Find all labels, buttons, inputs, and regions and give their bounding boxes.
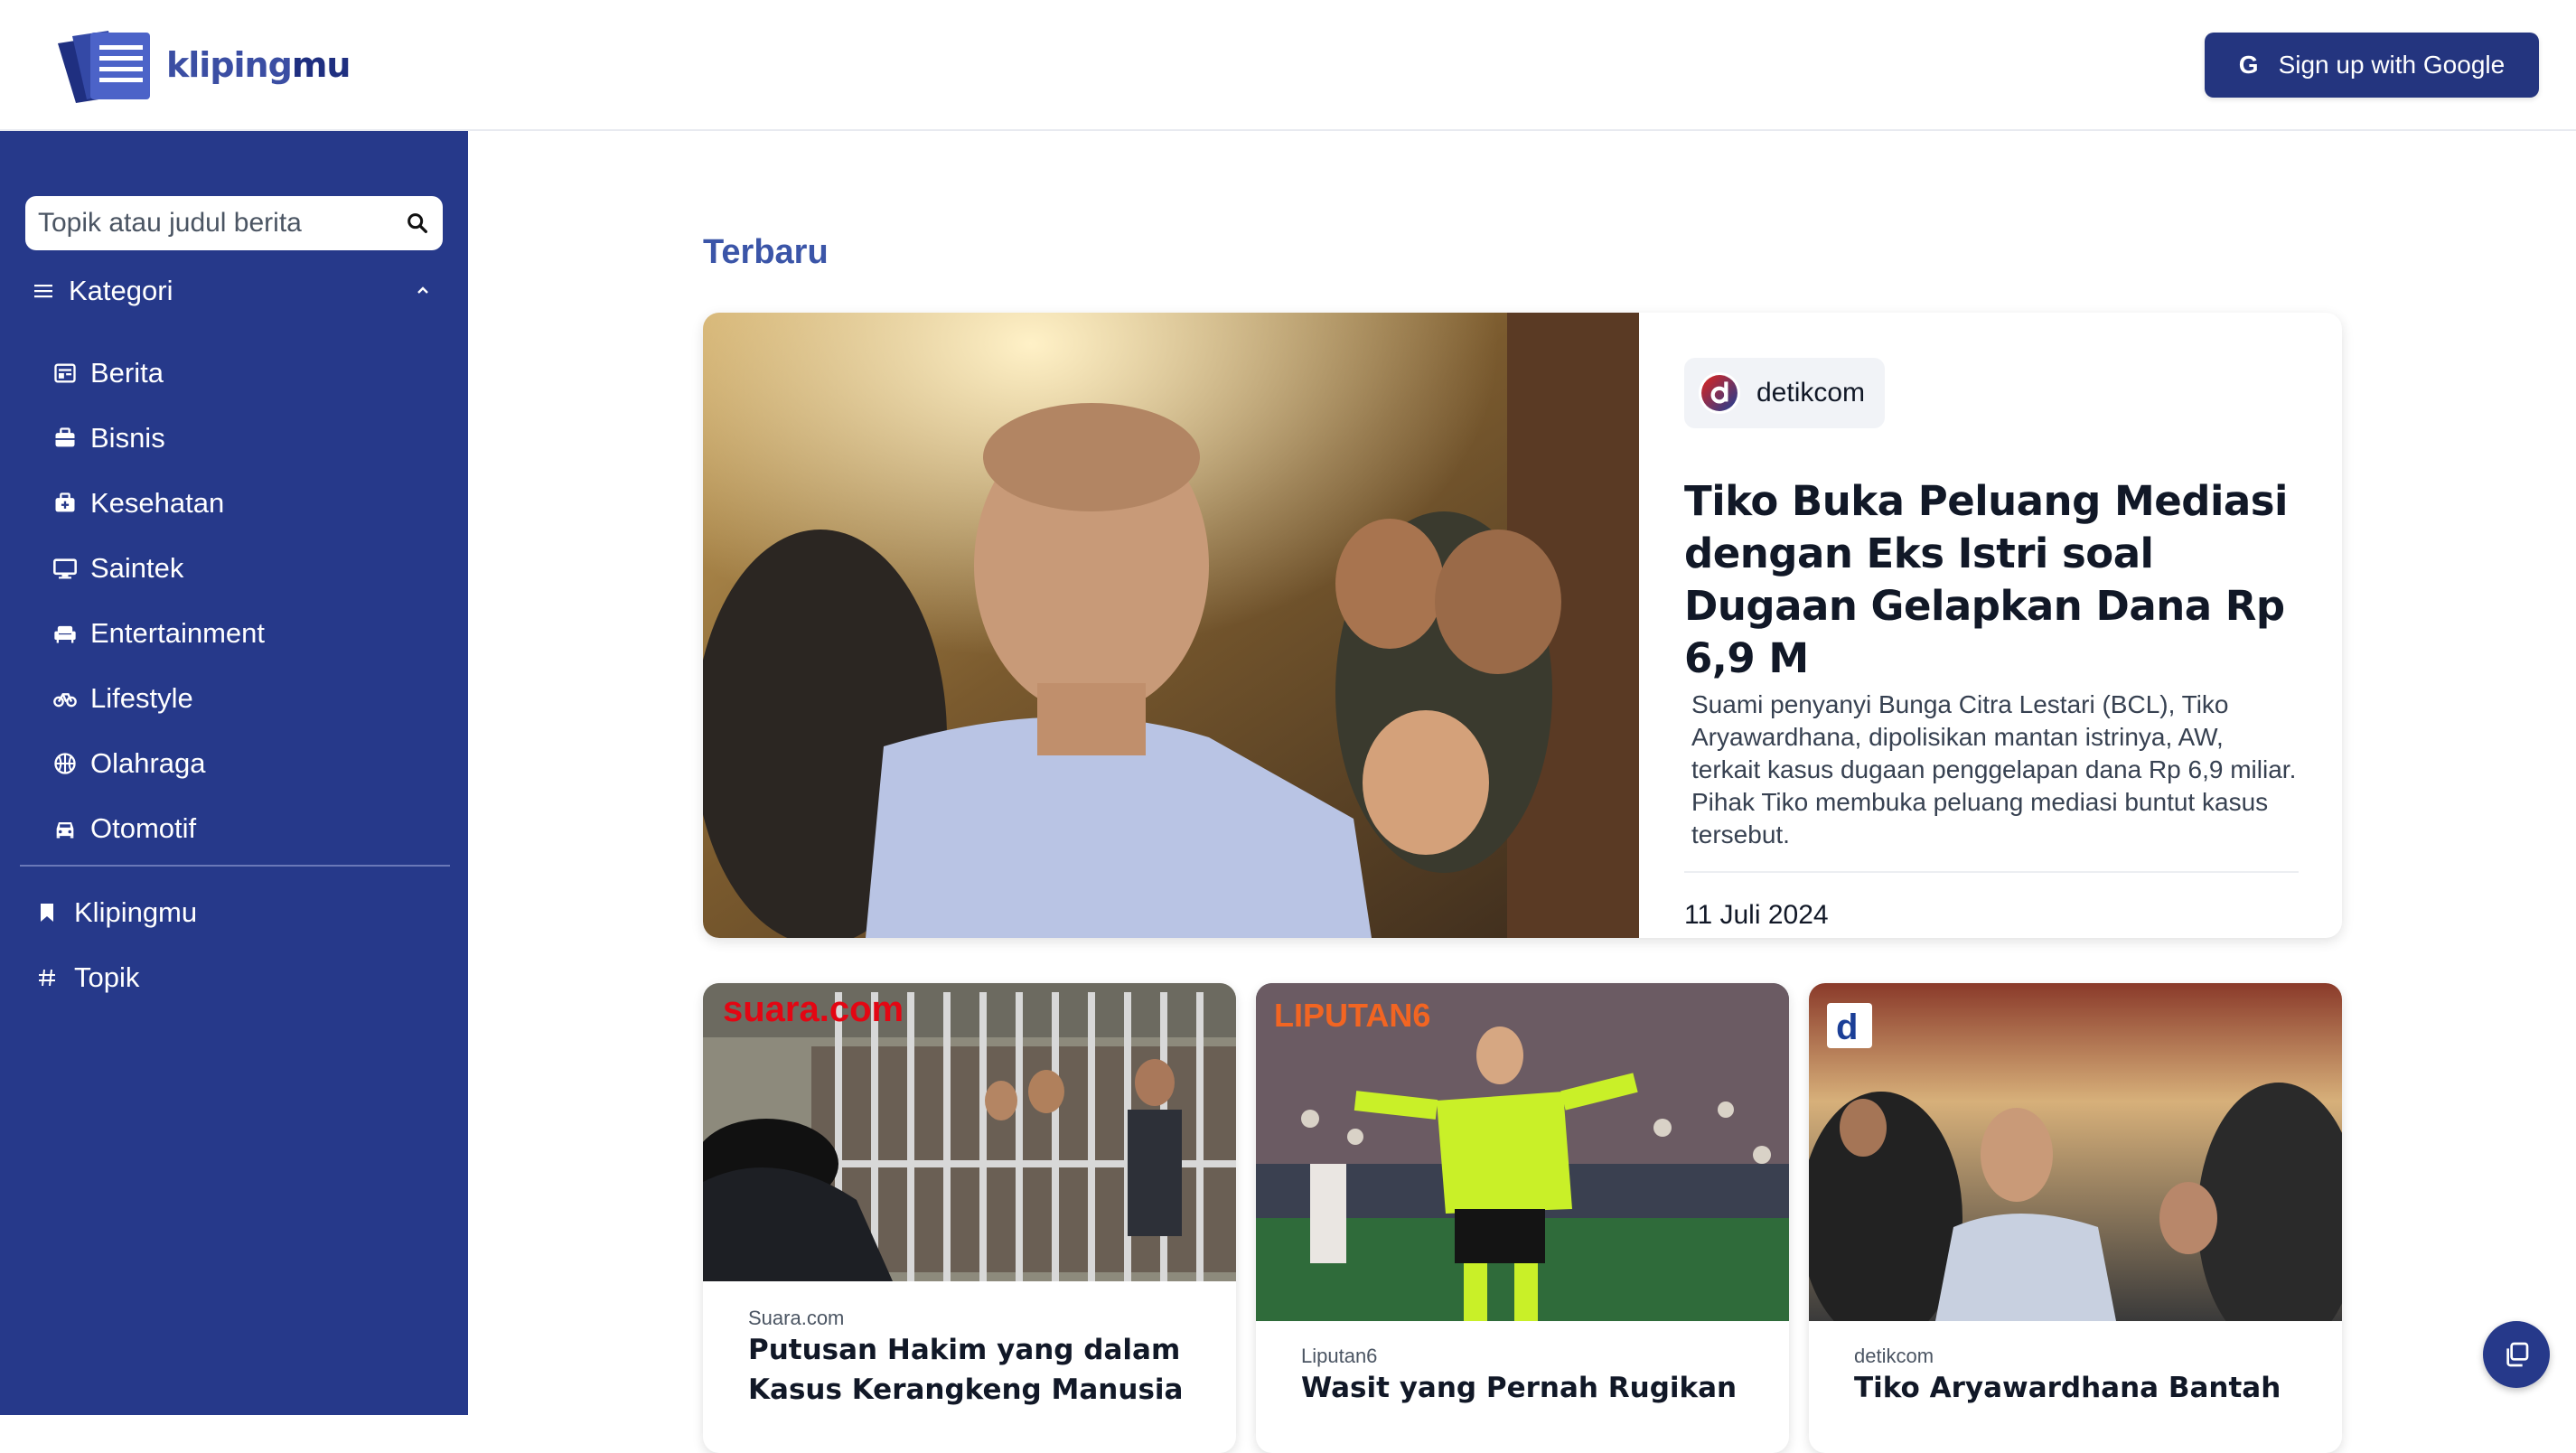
- sidebar-item-klipingmu[interactable]: Klipingmu: [36, 890, 197, 935]
- featured-article-body: detikcom Tiko Buka Peluang Mediasi denga…: [1684, 358, 2299, 931]
- newspaper-icon: [52, 361, 78, 386]
- category-item-saintek[interactable]: Saintek: [52, 536, 265, 601]
- article-title[interactable]: Wasit yang Pernah Rugikan: [1301, 1368, 1753, 1408]
- article-title[interactable]: Putusan Hakim yang dalam Kasus Kerangken…: [748, 1330, 1200, 1410]
- logo-wordmark-part2: mu: [291, 45, 351, 85]
- image-watermark: d: [1836, 1008, 1858, 1047]
- image-watermark: suara.com: [723, 989, 904, 1029]
- detikcom-logo-icon: [1699, 372, 1740, 414]
- article-card-grid: suara.com Suara.com Putusan Hakim yang d…: [703, 983, 2342, 1453]
- top-header: klipingmu G Sign up with Google: [0, 0, 2576, 131]
- category-label: Olahraga: [90, 747, 206, 779]
- featured-article-summary: Suami penyanyi Bunga Citra Lestari (BCL)…: [1691, 690, 2297, 848]
- hashtag-icon: [36, 967, 58, 989]
- article-source: Liputan6: [1301, 1345, 1378, 1367]
- car-icon: [52, 816, 78, 841]
- logo-wordmark: klipingmu: [166, 45, 351, 85]
- category-label: Berita: [90, 357, 164, 389]
- category-item-entertainment[interactable]: Entertainment: [52, 601, 265, 666]
- sign-up-label: Sign up with Google: [2278, 51, 2506, 79]
- category-label: Entertainment: [90, 617, 265, 649]
- sidebar: Kategori Berita Bisnis Kesehatan Saintek…: [0, 131, 468, 1415]
- category-list: Berita Bisnis Kesehatan Saintek Entertai…: [52, 341, 265, 861]
- menu-icon: [34, 285, 52, 298]
- sidebar-item-label: Topik: [74, 961, 140, 993]
- briefcase-icon: [52, 426, 78, 451]
- basketball-icon: [52, 751, 78, 776]
- category-label: Kesehatan: [90, 487, 225, 519]
- search-box: [25, 196, 443, 250]
- logo-wordmark-part1: kliping: [166, 45, 293, 85]
- sign-up-google-button[interactable]: G Sign up with Google: [2205, 33, 2539, 98]
- category-item-bisnis[interactable]: Bisnis: [52, 406, 265, 471]
- google-icon: G: [2238, 51, 2259, 79]
- image-watermark: LIPUTAN6: [1274, 997, 1430, 1034]
- medical-kit-icon: [52, 491, 78, 516]
- sidebar-divider: [20, 865, 450, 867]
- category-item-berita[interactable]: Berita: [52, 341, 265, 406]
- featured-article-date: 11 Juli 2024: [1684, 900, 1829, 930]
- article-source: Suara.com: [748, 1307, 845, 1329]
- category-item-otomotif[interactable]: Otomotif: [52, 796, 265, 861]
- category-label: Bisnis: [90, 422, 165, 454]
- article-source: detikcom: [1854, 1345, 1934, 1367]
- sofa-icon: [52, 621, 78, 646]
- search-input[interactable]: [38, 208, 405, 239]
- article-image[interactable]: LIPUTAN6: [1256, 983, 1789, 1321]
- source-name: detikcom: [1756, 378, 1866, 408]
- article-image[interactable]: suara.com: [703, 983, 1236, 1281]
- category-label: Lifestyle: [90, 682, 193, 714]
- chevron-up-icon[interactable]: [414, 281, 432, 299]
- monitor-icon: [52, 556, 78, 581]
- category-toggle[interactable]: Kategori: [33, 268, 437, 314]
- section-title: Terbaru: [703, 233, 829, 271]
- article-image[interactable]: d: [1809, 983, 2342, 1321]
- article-card[interactable]: LIPUTAN6 Liputan6 Wasit yang Pernah Rugi…: [1256, 983, 1789, 1453]
- sidebar-item-label: Klipingmu: [74, 896, 198, 928]
- category-label: Saintek: [90, 552, 184, 584]
- featured-divider: [1684, 871, 2299, 873]
- article-title[interactable]: Tiko Aryawardhana Bantah: [1854, 1368, 2306, 1408]
- category-item-olahraga[interactable]: Olahraga: [52, 731, 265, 796]
- logo[interactable]: klipingmu: [56, 27, 351, 103]
- logo-icon: [58, 31, 150, 103]
- featured-article-card[interactable]: detikcom Tiko Buka Peluang Mediasi denga…: [703, 313, 2342, 938]
- featured-article-title[interactable]: Tiko Buka Peluang Mediasi dengan Eks Ist…: [1684, 475, 2299, 685]
- category-item-kesehatan[interactable]: Kesehatan: [52, 471, 265, 536]
- category-item-lifestyle[interactable]: Lifestyle: [52, 666, 265, 731]
- article-card[interactable]: suara.com Suara.com Putusan Hakim yang d…: [703, 983, 1236, 1453]
- featured-article-image[interactable]: [703, 313, 1639, 938]
- category-label: Otomotif: [90, 812, 197, 844]
- source-badge: detikcom: [1684, 358, 1886, 428]
- floating-action-button[interactable]: [2483, 1321, 2550, 1388]
- bike-icon: [52, 686, 78, 711]
- copy-icon: [2506, 1342, 2529, 1367]
- category-heading: Kategori: [69, 275, 173, 306]
- sidebar-item-topik[interactable]: Topik: [36, 955, 139, 1000]
- search-icon[interactable]: [405, 211, 430, 236]
- bookmark-icon: [36, 902, 58, 923]
- article-card[interactable]: d detikcom Tiko Aryawardhana Bantah: [1809, 983, 2342, 1453]
